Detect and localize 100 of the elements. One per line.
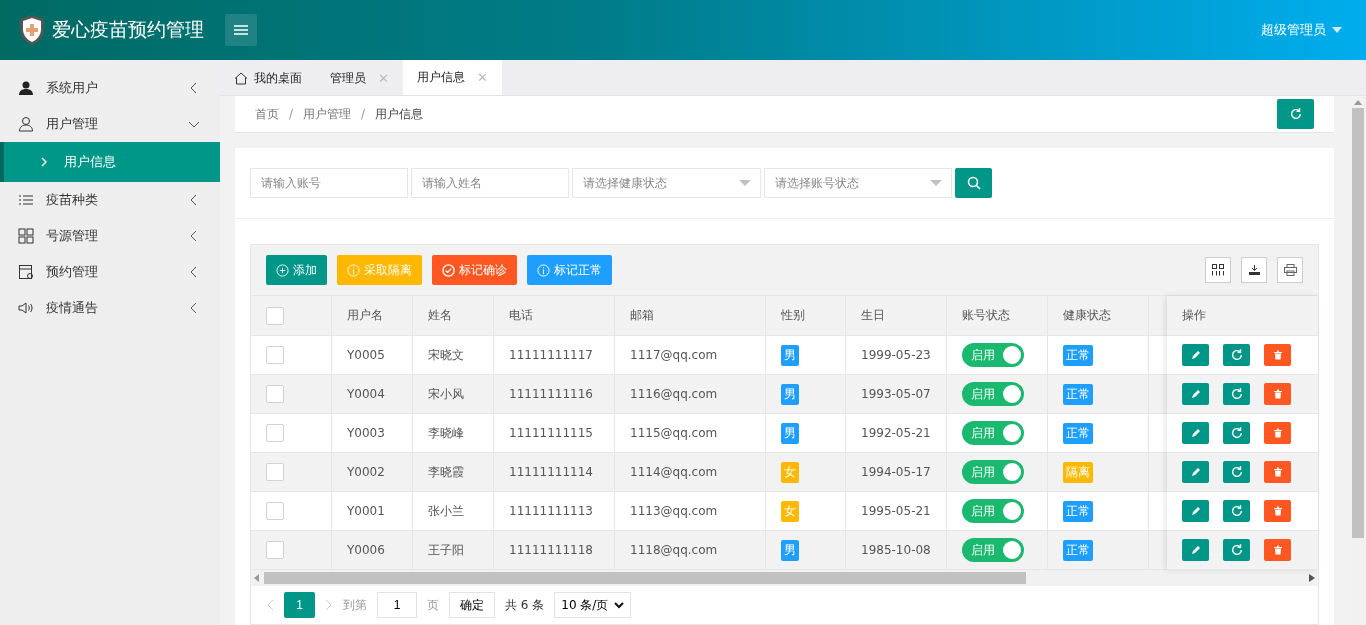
chevron-right-icon <box>40 157 48 167</box>
total-count: 共 6 条 <box>505 596 545 614</box>
columns-button[interactable] <box>1205 257 1231 283</box>
breadcrumb-link[interactable]: 用户信息 <box>375 105 424 123</box>
caret-icon <box>930 180 942 186</box>
health-tag: 正常 <box>1063 539 1093 561</box>
checkbox[interactable] <box>266 385 284 403</box>
plus-circle-icon <box>276 263 289 277</box>
status-switch[interactable]: 启用 <box>962 538 1024 562</box>
table-cell: 1985-10-08 <box>846 531 947 569</box>
refresh-icon <box>1229 543 1244 557</box>
table-cell: 1117@qq.com <box>615 336 766 374</box>
column-header: 性别 <box>766 296 846 335</box>
calendar-icon <box>18 264 34 280</box>
table-cell: 宋小风 <box>413 375 494 413</box>
gender-tag: 男 <box>781 422 799 444</box>
select-field[interactable]: 请选择健康状态 <box>572 168 761 198</box>
input-field[interactable]: 请输入账号 <box>250 168 408 198</box>
edit-button[interactable] <box>1182 383 1209 405</box>
page-input[interactable]: 1 <box>377 592 417 618</box>
checkbox[interactable] <box>266 541 284 559</box>
action-button[interactable]: 添加 <box>266 255 327 285</box>
delete-button[interactable] <box>1264 383 1291 405</box>
menu-button[interactable] <box>225 14 257 46</box>
status-switch[interactable]: 启用 <box>962 382 1024 406</box>
sidebar-item[interactable]: 疫情通告 <box>0 290 220 326</box>
edit-button[interactable] <box>1182 500 1209 522</box>
page-button[interactable]: 1 <box>284 592 315 618</box>
pencil-icon <box>1190 467 1201 477</box>
tab[interactable]: 我的桌面 <box>220 61 316 95</box>
sidebar-item[interactable]: 疫苗种类 <box>0 182 220 218</box>
checkbox[interactable] <box>266 424 284 442</box>
table-cell: 1118@qq.com <box>615 531 766 569</box>
breadcrumb-link[interactable]: 首页 <box>255 105 279 123</box>
refresh-icon <box>1229 465 1244 479</box>
column-header: 姓名 <box>413 296 494 335</box>
confirm-button[interactable]: 确定 <box>449 592 495 618</box>
delete-button[interactable] <box>1264 344 1291 366</box>
table-cell: 1115@qq.com <box>615 414 766 452</box>
horizontal-scrollbar[interactable] <box>251 570 1318 586</box>
trash-icon <box>1272 389 1283 399</box>
reset-button[interactable] <box>1223 344 1250 366</box>
check-circle-icon <box>442 263 455 277</box>
table-cell: 张小兰 <box>413 492 494 530</box>
sidebar-item[interactable]: 预约管理 <box>0 254 220 290</box>
column-header: 生日 <box>846 296 947 335</box>
sidebar-item[interactable]: 号源管理 <box>0 218 220 254</box>
export-button[interactable] <box>1241 257 1267 283</box>
status-switch[interactable]: 启用 <box>962 499 1024 523</box>
table-cell: 1114@qq.com <box>615 453 766 491</box>
refresh-icon <box>1229 426 1244 440</box>
checkbox[interactable] <box>266 346 284 364</box>
select-field[interactable]: 请选择账号状态 <box>764 168 952 198</box>
action-button[interactable]: 标记确诊 <box>432 255 517 285</box>
print-button[interactable] <box>1277 257 1303 283</box>
input-field[interactable]: 请输入姓名 <box>411 168 569 198</box>
status-switch[interactable]: 启用 <box>962 421 1024 445</box>
edit-button[interactable] <box>1182 539 1209 561</box>
refresh-icon <box>1288 107 1303 121</box>
user-menu[interactable]: 超级管理员 <box>1261 21 1342 39</box>
pencil-icon <box>1190 350 1201 360</box>
table-cell: 李晓霞 <box>413 453 494 491</box>
checkbox[interactable] <box>266 502 284 520</box>
scrollbar-thumb[interactable] <box>264 572 1026 584</box>
sidebar-subitem[interactable]: 用户信息 <box>0 142 220 182</box>
delete-button[interactable] <box>1264 461 1291 483</box>
tab[interactable]: 管理员 ✕ <box>316 61 403 95</box>
action-button[interactable]: 标记正常 <box>527 255 612 285</box>
sidebar-item[interactable]: 用户管理 <box>0 106 220 142</box>
delete-button[interactable] <box>1264 500 1291 522</box>
edit-button[interactable] <box>1182 461 1209 483</box>
tab[interactable]: 用户信息 ✕ <box>402 60 502 95</box>
status-switch[interactable]: 启用 <box>962 343 1024 367</box>
table-cell: 11111111118 <box>494 531 615 569</box>
reset-button[interactable] <box>1223 383 1250 405</box>
breadcrumb-link[interactable]: 用户管理 <box>303 105 352 123</box>
gender-tag: 男 <box>781 344 799 366</box>
reset-button[interactable] <box>1223 422 1250 444</box>
edit-button[interactable] <box>1182 344 1209 366</box>
delete-button[interactable] <box>1264 539 1291 561</box>
trash-icon <box>1272 545 1283 555</box>
menu-icon <box>234 24 248 36</box>
search-button[interactable] <box>955 168 992 198</box>
reset-button[interactable] <box>1223 539 1250 561</box>
refresh-icon <box>1229 504 1244 518</box>
sidebar-item[interactable]: 系统用户 <box>0 70 220 106</box>
page-size-select[interactable]: 10 条/页 <box>554 592 632 618</box>
speaker-icon <box>18 300 34 316</box>
refresh-icon <box>1229 387 1244 401</box>
edit-button[interactable] <box>1182 422 1209 444</box>
scrollbar-thumb[interactable] <box>1352 108 1364 538</box>
reset-button[interactable] <box>1223 461 1250 483</box>
reset-button[interactable] <box>1223 500 1250 522</box>
status-switch[interactable]: 启用 <box>962 460 1024 484</box>
delete-button[interactable] <box>1264 422 1291 444</box>
checkbox[interactable] <box>266 463 284 481</box>
refresh-button[interactable] <box>1277 99 1314 129</box>
checkbox[interactable] <box>266 306 284 325</box>
scroll-up-icon <box>1354 100 1362 105</box>
info-icon <box>537 263 550 277</box>
